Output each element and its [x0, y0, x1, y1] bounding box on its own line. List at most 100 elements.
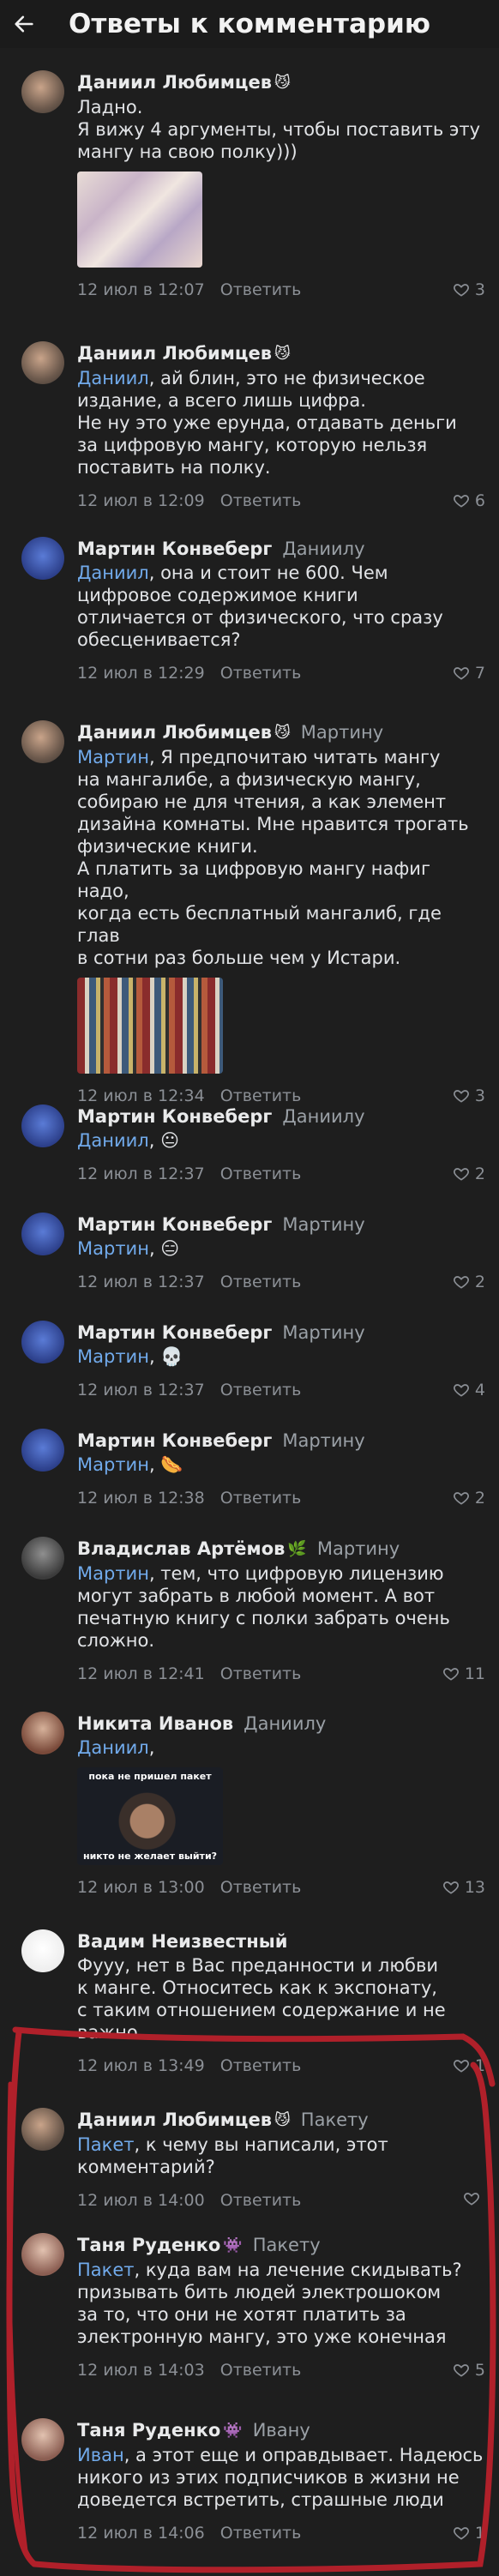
- like-button[interactable]: 6: [453, 491, 485, 511]
- mention-link[interactable]: Мартин: [77, 747, 149, 767]
- comment-meta: 12 июл в 12:38 Ответить 2: [77, 1488, 485, 1508]
- mention-link[interactable]: Мартин: [77, 1454, 149, 1475]
- avatar[interactable]: [21, 1321, 64, 1363]
- author-name[interactable]: Мартин Конвеберг: [77, 1322, 272, 1343]
- like-button[interactable]: 4: [453, 1380, 485, 1400]
- like-button[interactable]: [463, 2190, 485, 2207]
- mention-link[interactable]: Даниил: [77, 1130, 149, 1151]
- reply-button[interactable]: Ответить: [220, 1878, 302, 1897]
- like-button[interactable]: 11: [442, 1664, 485, 1684]
- reply-button[interactable]: Ответить: [220, 2361, 302, 2380]
- reply-to-name[interactable]: Мартину: [282, 1322, 364, 1343]
- like-button[interactable]: 13: [442, 1877, 485, 1898]
- reply-to-name[interactable]: Пакету: [301, 2110, 369, 2130]
- reply-to-name[interactable]: Даниилу: [282, 1106, 364, 1127]
- author-name[interactable]: Никита Иванов: [77, 1713, 233, 1734]
- like-button[interactable]: 2: [453, 1272, 485, 1292]
- reply-button[interactable]: Ответить: [220, 2524, 302, 2543]
- like-button[interactable]: 7: [453, 663, 485, 683]
- meme-image[interactable]: пока не пришел пакет никто не желает выйт…: [77, 1767, 223, 1865]
- reply-button[interactable]: Ответить: [220, 2056, 302, 2075]
- reply-button[interactable]: Ответить: [220, 1664, 302, 1683]
- comment-text-line: важно.: [77, 2022, 144, 2043]
- comment-text-line: Не ну это уже ерунда, отдавать деньги: [77, 412, 457, 433]
- avatar[interactable]: [21, 341, 64, 384]
- like-button[interactable]: 3: [453, 280, 485, 300]
- back-button[interactable]: [0, 0, 48, 48]
- comment-text-line: Мартин, 💀: [77, 1345, 485, 1368]
- author-name[interactable]: Таня Руденко: [77, 2235, 220, 2255]
- manga-cover-image[interactable]: [77, 172, 202, 268]
- avatar[interactable]: [21, 2418, 64, 2461]
- reply-button[interactable]: Ответить: [220, 1165, 302, 1183]
- like-button[interactable]: 1: [453, 2055, 485, 2076]
- avatar[interactable]: [21, 2108, 64, 2151]
- mention-link[interactable]: Мартин: [77, 1563, 149, 1584]
- like-button[interactable]: 2: [453, 1164, 485, 1184]
- avatar[interactable]: [21, 1929, 64, 1972]
- author-name[interactable]: Таня Руденко: [77, 2420, 220, 2441]
- reply-button[interactable]: Ответить: [220, 280, 302, 299]
- reply-to-name[interactable]: Даниилу: [282, 539, 364, 559]
- author-name[interactable]: Даниил Любимцев: [77, 343, 272, 364]
- author-line: Никита Иванов Даниилу: [77, 1712, 485, 1736]
- reply-to-name[interactable]: Мартину: [282, 1214, 364, 1235]
- comment-meta: 12 июл в 12:34 Ответить 3: [77, 1086, 485, 1106]
- avatar[interactable]: [21, 70, 64, 113]
- author-line: Мартин Конвеберг Даниилу: [77, 537, 485, 561]
- avatar[interactable]: [21, 720, 64, 763]
- comment-meta: 12 июл в 14:06 Ответить 1: [77, 2523, 485, 2543]
- reply-to-name[interactable]: Мартину: [301, 722, 383, 743]
- author-name[interactable]: Владислав Артёмов: [77, 1538, 285, 1559]
- like-button[interactable]: 2: [453, 1488, 485, 1508]
- reply-to-name[interactable]: Ивану: [253, 2420, 310, 2441]
- timestamp: 12 июл в 14:06: [77, 2524, 205, 2543]
- reply-to-name[interactable]: Мартину: [317, 1538, 400, 1559]
- like-count: 6: [474, 491, 485, 510]
- mention-link[interactable]: Иван: [77, 2445, 124, 2465]
- avatar[interactable]: [21, 537, 64, 580]
- mention-link[interactable]: Даниил: [77, 368, 149, 388]
- avatar[interactable]: [21, 1712, 64, 1754]
- reply-to-name[interactable]: Мартину: [282, 1430, 364, 1451]
- heart-icon: [453, 2527, 469, 2540]
- like-button[interactable]: 5: [453, 2360, 485, 2380]
- reply-button[interactable]: Ответить: [220, 1086, 302, 1105]
- comment-text-line: Ладно.: [77, 97, 143, 117]
- reply-button[interactable]: Ответить: [220, 664, 302, 683]
- mention-link[interactable]: Мартин: [77, 1238, 149, 1259]
- mention-link[interactable]: Даниил: [77, 563, 149, 583]
- mention-link[interactable]: Даниил: [77, 1737, 149, 1758]
- like-count: 11: [464, 1664, 485, 1683]
- like-button[interactable]: 3: [453, 1086, 485, 1106]
- top-bar: Ответы к комментарию: [0, 0, 499, 48]
- reply-to-name[interactable]: Пакету: [253, 2235, 321, 2255]
- reply-to-name[interactable]: Даниилу: [243, 1713, 326, 1734]
- comment-text-rest: , 🌭: [148, 1454, 183, 1475]
- reply-button[interactable]: Ответить: [220, 1273, 302, 1291]
- avatar[interactable]: [21, 1213, 64, 1255]
- mention-link[interactable]: Пакет: [77, 2260, 135, 2280]
- author-name[interactable]: Мартин Конвеберг: [77, 1430, 272, 1451]
- comment-text-line: физические книги.: [77, 836, 258, 857]
- reply-button[interactable]: Ответить: [220, 1381, 302, 1399]
- reply-button[interactable]: Ответить: [220, 2191, 302, 2210]
- avatar[interactable]: [21, 1429, 64, 1472]
- mention-link[interactable]: Мартин: [77, 1346, 149, 1367]
- reply-button[interactable]: Ответить: [220, 1489, 302, 1508]
- bookshelf-photo[interactable]: [77, 978, 223, 1074]
- author-name[interactable]: Вадим Неизвестный: [77, 1931, 287, 1952]
- comment-text-rest: , 😐: [148, 1130, 179, 1151]
- author-name[interactable]: Мартин Конвеберг: [77, 1214, 272, 1235]
- author-name[interactable]: Мартин Конвеберг: [77, 539, 272, 559]
- author-name[interactable]: Даниил Любимцев: [77, 722, 272, 743]
- mention-link[interactable]: Пакет: [77, 2134, 135, 2155]
- avatar[interactable]: [21, 1104, 64, 1147]
- like-button[interactable]: 1: [453, 2523, 485, 2543]
- author-name[interactable]: Мартин Конвеберг: [77, 1106, 272, 1127]
- avatar[interactable]: [21, 2233, 64, 2276]
- avatar[interactable]: [21, 1537, 64, 1580]
- author-name[interactable]: Даниил Любимцев: [77, 2110, 272, 2130]
- author-name[interactable]: Даниил Любимцев: [77, 72, 272, 93]
- reply-button[interactable]: Ответить: [220, 491, 302, 510]
